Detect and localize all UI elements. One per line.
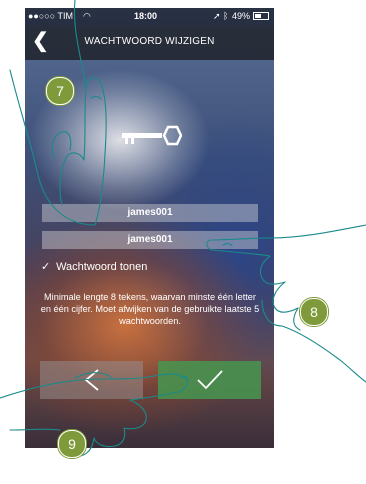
step-badge-7: 7 bbox=[46, 77, 74, 105]
step-badge-8: 8 bbox=[300, 298, 328, 326]
pointing-hands bbox=[0, 0, 366, 457]
step-badge-9: 9 bbox=[58, 430, 86, 458]
